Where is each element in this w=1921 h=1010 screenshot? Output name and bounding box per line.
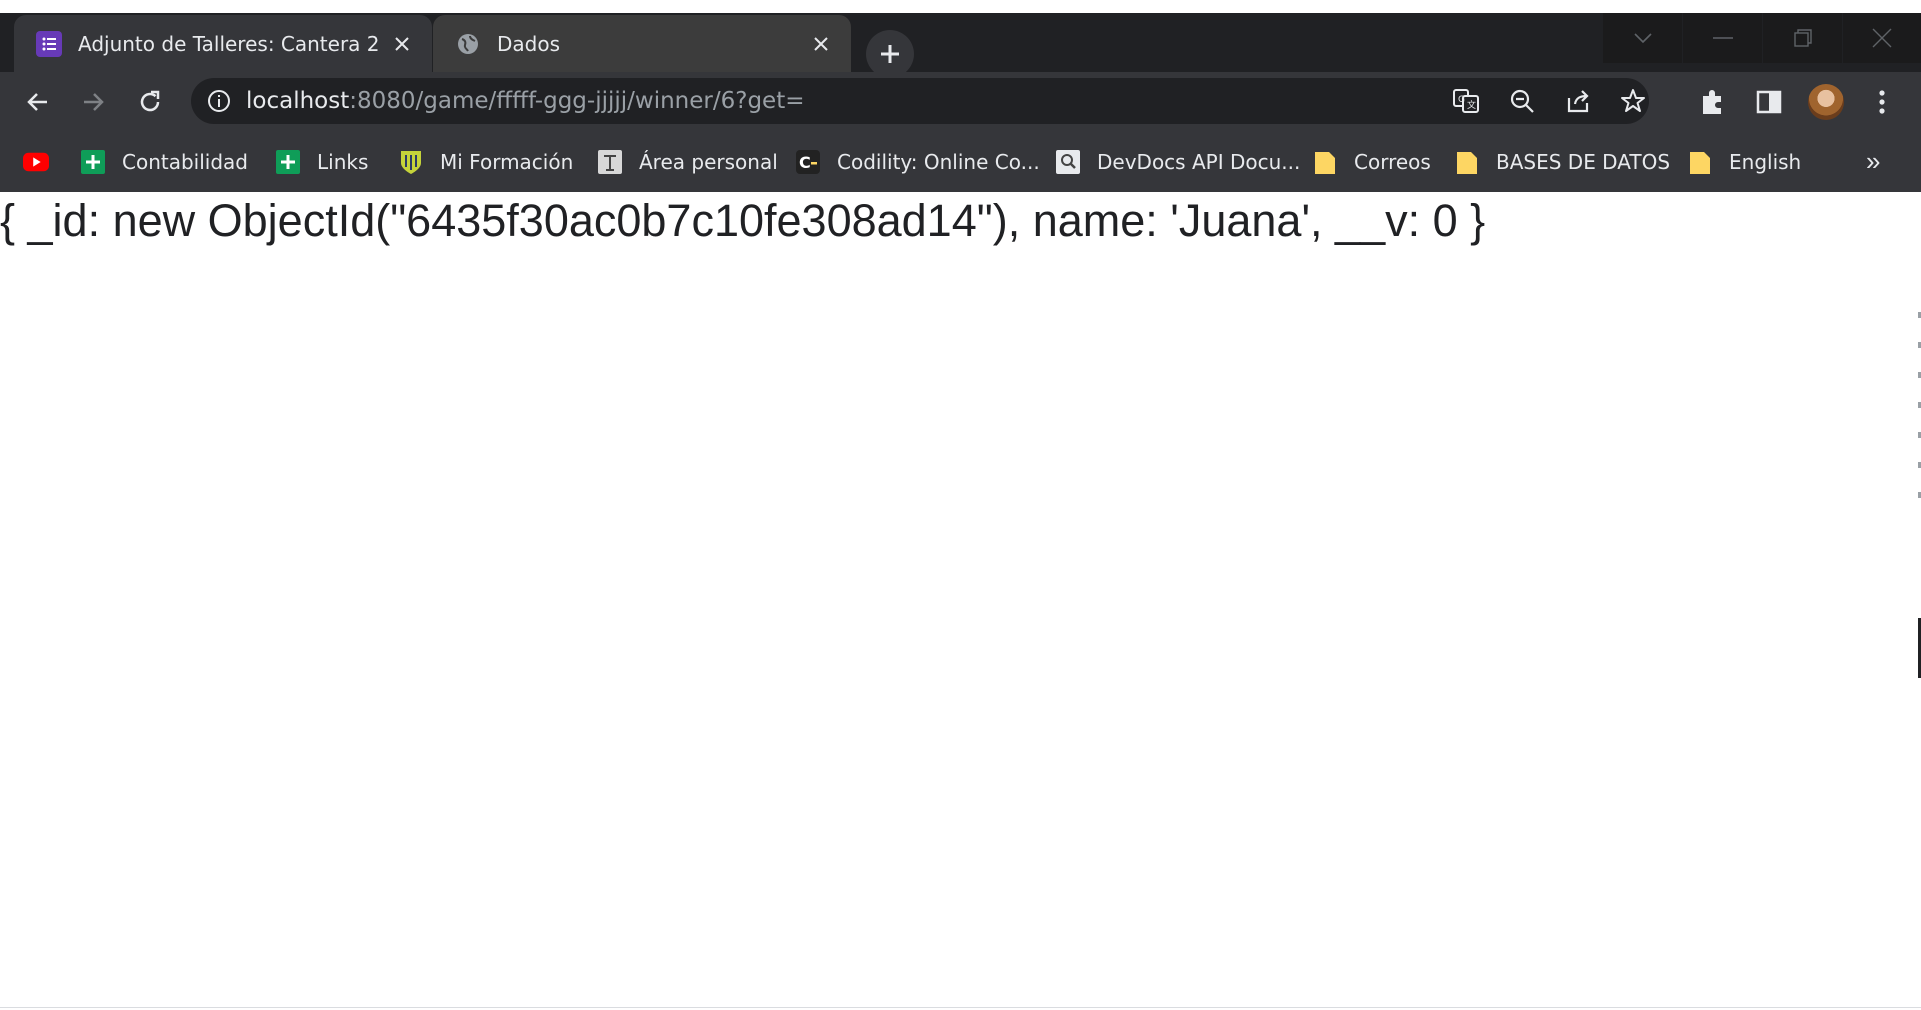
- bookmarks-overflow-button[interactable]: »: [1866, 146, 1880, 177]
- globe-icon: [455, 31, 481, 57]
- forward-button[interactable]: [73, 82, 113, 122]
- edge-artifact: [1918, 312, 1921, 498]
- bookmark-youtube[interactable]: [23, 146, 65, 178]
- bookmarks-bar: Contabilidad Links Mi Formación Área per…: [0, 132, 1921, 192]
- youtube-icon: [23, 149, 49, 175]
- bookmark-codility[interactable]: C Codility: Online Co...: [795, 146, 1040, 178]
- bookmark-devdocs[interactable]: DevDocs API Docu...: [1055, 146, 1300, 178]
- svg-text:C: C: [799, 153, 811, 172]
- bookmark-label: Links: [317, 150, 369, 174]
- folder-icon: [1312, 149, 1338, 175]
- menu-kebab-icon[interactable]: [1864, 84, 1900, 120]
- codility-icon: C: [795, 149, 821, 175]
- bookmark-area-personal[interactable]: Área personal: [597, 146, 778, 178]
- close-icon: [1872, 28, 1892, 48]
- bookmark-contabilidad[interactable]: Contabilidad: [80, 146, 248, 178]
- minimize-button[interactable]: [1683, 13, 1762, 63]
- tab-adjunto-talleres[interactable]: Adjunto de Talleres: Cantera 2: [14, 15, 432, 72]
- tab-search-button[interactable]: [1603, 13, 1682, 63]
- tab-title: Adjunto de Talleres: Cantera 2: [78, 31, 380, 56]
- profile-avatar[interactable]: [1808, 84, 1844, 120]
- address-bar[interactable]: localhost:8080/game/fffff-ggg-jjjjj/winn…: [191, 78, 1649, 124]
- forms-list-icon: [36, 30, 62, 57]
- search-doc-icon: [1055, 149, 1081, 175]
- close-tab-icon[interactable]: [390, 32, 414, 56]
- back-button[interactable]: [18, 82, 58, 122]
- extensions-icon[interactable]: [1695, 84, 1731, 120]
- page-content-text: { _id: new ObjectId("6435f30ac0b7c10fe30…: [0, 195, 1486, 246]
- sheets-icon: [80, 149, 106, 175]
- close-window-button[interactable]: [1843, 13, 1921, 63]
- minimize-icon: [1712, 37, 1733, 39]
- bookmark-label: BASES DE DATOS: [1496, 150, 1671, 174]
- info-icon[interactable]: [205, 87, 233, 115]
- plus-icon: [881, 45, 899, 63]
- url-text[interactable]: localhost:8080/game/fffff-ggg-jjjjj/winn…: [246, 88, 805, 114]
- bookmark-folder-english[interactable]: English: [1687, 146, 1801, 178]
- bookmark-links[interactable]: Links: [275, 146, 368, 178]
- chevron-down-icon: [1633, 33, 1652, 44]
- bookmark-label: DevDocs API Docu...: [1097, 150, 1301, 174]
- window-bottom-edge: [0, 1007, 1921, 1008]
- tab-strip: Adjunto de Talleres: Cantera 2 Dados: [0, 13, 1921, 78]
- bookmark-label: Codility: Online Co...: [837, 150, 1040, 174]
- tab-dados[interactable]: Dados: [433, 15, 851, 72]
- folder-icon: [1687, 149, 1713, 175]
- bookmark-mi-formacion[interactable]: Mi Formación: [398, 146, 573, 178]
- bookmark-label: Área personal: [639, 150, 778, 174]
- zoom-out-icon[interactable]: [1507, 86, 1537, 116]
- bookmark-folder-correos[interactable]: Correos: [1312, 146, 1431, 178]
- restore-button[interactable]: [1763, 13, 1842, 63]
- reload-icon: [140, 90, 160, 112]
- reload-button[interactable]: [130, 82, 170, 122]
- folder-icon: [1454, 149, 1480, 175]
- svg-text:G: G: [1458, 95, 1465, 105]
- new-tab-button[interactable]: [866, 30, 914, 78]
- tab-title: Dados: [497, 31, 561, 56]
- url-path: :8080/game/fffff-ggg-jjjjj/winner/6?get=: [349, 88, 805, 114]
- svg-text:文: 文: [1467, 99, 1476, 111]
- bookmark-label: Correos: [1354, 150, 1431, 174]
- close-tab-icon[interactable]: [809, 32, 833, 56]
- sheets-icon: [275, 149, 301, 175]
- arrow-right-icon: [84, 93, 104, 111]
- arrow-left-icon: [27, 93, 47, 111]
- bookmark-label: Mi Formación: [440, 150, 574, 174]
- restore-icon: [1793, 29, 1812, 47]
- url-host: localhost: [246, 88, 350, 114]
- share-icon[interactable]: [1563, 86, 1593, 116]
- translate-icon[interactable]: G文: [1451, 86, 1481, 116]
- bookmark-label: English: [1729, 150, 1802, 174]
- side-panel-icon[interactable]: [1751, 84, 1787, 120]
- bookmark-label: Contabilidad: [122, 150, 248, 174]
- site-icon: [597, 149, 623, 175]
- browser-toolbar: localhost:8080/game/fffff-ggg-jjjjj/winn…: [0, 72, 1921, 132]
- bookmark-folder-bases-de-datos[interactable]: BASES DE DATOS: [1454, 146, 1670, 178]
- star-icon[interactable]: [1618, 86, 1648, 116]
- window-top-edge: [0, 0, 1921, 13]
- shield-crest-icon: [398, 149, 424, 175]
